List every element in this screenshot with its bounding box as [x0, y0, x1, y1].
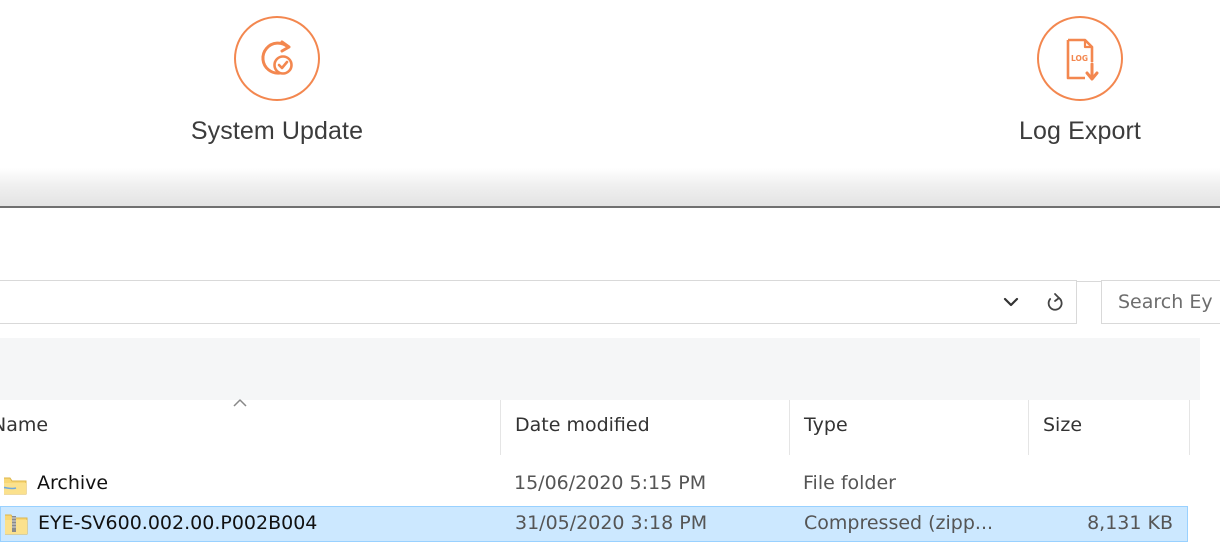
- system-update-icon-circle: [234, 16, 320, 101]
- column-header-date[interactable]: Date modified: [501, 400, 789, 455]
- table-row[interactable]: Archive 15/06/2020 5:15 PM File folder: [0, 467, 1188, 503]
- file-name: Archive: [37, 472, 109, 494]
- table-row[interactable]: EYE-SV600.002.00.P002B004 31/05/2020 3:1…: [0, 506, 1188, 542]
- folder-icon: [4, 477, 27, 495]
- log-export-label: Log Export: [1019, 117, 1141, 145]
- zip-folder-icon: [5, 514, 28, 535]
- log-export-icon-circle: LOG: [1037, 16, 1123, 101]
- log-badge-text: LOG: [1071, 54, 1088, 63]
- column-header-type[interactable]: Type: [790, 400, 1028, 455]
- file-date: 15/06/2020 5:15 PM: [514, 472, 707, 494]
- app-panel: System Update LOG Log Export: [0, 0, 1220, 208]
- system-update-button[interactable]: System Update: [157, 16, 397, 146]
- log-download-icon: LOG: [1066, 38, 1099, 80]
- system-update-label: System Update: [190, 117, 364, 145]
- column-separator[interactable]: [1189, 400, 1190, 455]
- refresh-icon[interactable]: [1043, 290, 1067, 314]
- column-header-size[interactable]: Size: [1029, 400, 1189, 455]
- file-name: EYE-SV600.002.00.P002B004: [38, 512, 318, 534]
- file-size: 8,131 KB: [1087, 512, 1173, 534]
- address-bar[interactable]: [0, 280, 1077, 324]
- column-header-name[interactable]: Name: [0, 400, 500, 455]
- log-export-button[interactable]: LOG Log Export: [960, 16, 1200, 146]
- file-type: Compressed (zipp...: [804, 512, 994, 534]
- file-date: 31/05/2020 3:18 PM: [515, 512, 708, 534]
- refresh-check-icon: [261, 40, 293, 75]
- column-header: Name Date modified Type Size: [0, 400, 1220, 455]
- chevron-down-icon[interactable]: [1000, 291, 1022, 313]
- explorer-toolbar: [0, 338, 1200, 400]
- search-placeholder: Search Ey: [1118, 291, 1213, 313]
- search-input[interactable]: Search Ey: [1101, 280, 1220, 324]
- file-type: File folder: [803, 472, 896, 494]
